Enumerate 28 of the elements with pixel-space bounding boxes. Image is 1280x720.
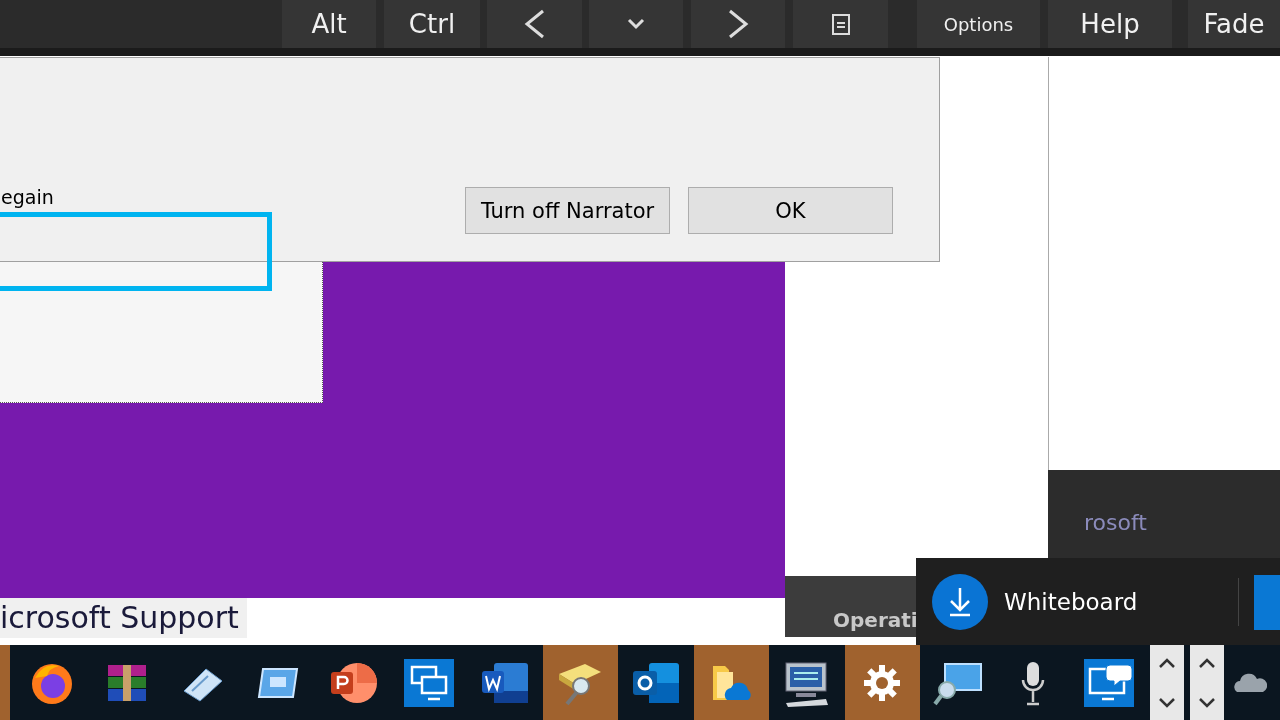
- key-button[interactable]: [487, 0, 582, 48]
- down-chevron-icon: [626, 18, 646, 30]
- dialog-message: egain: [1, 186, 54, 208]
- document-icon: [479, 660, 530, 705]
- mail-icon: [630, 660, 681, 705]
- clipboard-icon: [830, 12, 851, 36]
- key-button[interactable]: [793, 0, 888, 48]
- remote-desktop-icon: [404, 658, 455, 707]
- dialog-button[interactable]: OK: [688, 187, 893, 234]
- key-button[interactable]: Alt: [282, 0, 376, 48]
- key-button[interactable]: Options: [917, 0, 1040, 48]
- taskbar-button[interactable]: [1149, 645, 1184, 720]
- cloud-icon: [1232, 671, 1267, 694]
- status-text: Operati: [833, 608, 918, 632]
- notification-title: Whiteboard: [1004, 589, 1138, 615]
- key-button[interactable]: Ctrl: [384, 0, 480, 48]
- gear-icon: [862, 662, 903, 703]
- download-icon: [932, 574, 988, 630]
- chat-screen-icon: [1083, 658, 1134, 707]
- dialog-button[interactable]: Turn off Narrator: [465, 187, 670, 234]
- taskbar-button[interactable]: [1189, 645, 1224, 720]
- key-button[interactable]: [691, 0, 785, 48]
- notification-toast[interactable]: Whiteboard: [916, 558, 1280, 645]
- key-button[interactable]: Fade: [1188, 0, 1280, 48]
- key-button[interactable]: Help: [1048, 0, 1172, 48]
- panel-text: rosoft: [1084, 510, 1147, 535]
- presentation-icon: [328, 660, 379, 705]
- page-title: icrosoft Support: [0, 598, 247, 638]
